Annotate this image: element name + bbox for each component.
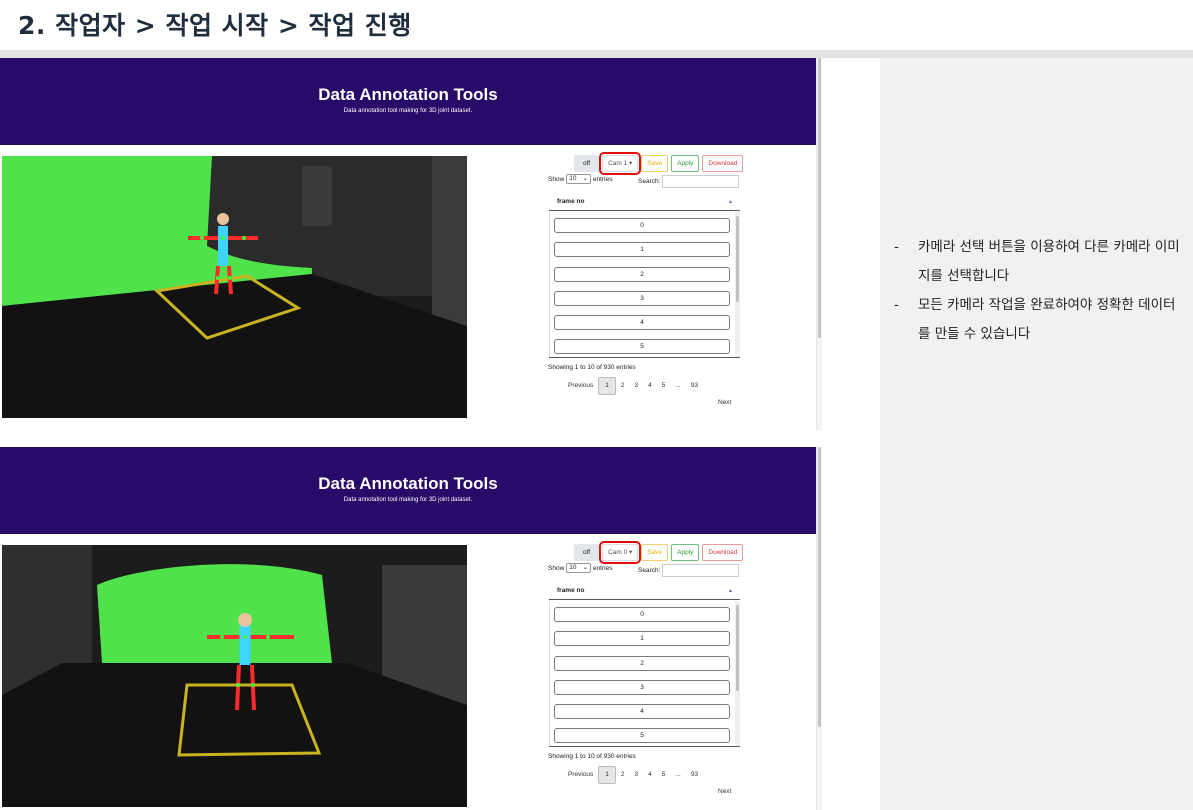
download-button[interactable]: Download <box>702 544 744 561</box>
pagination: Previous 1 2 3 4 5 ... 93 <box>563 377 703 395</box>
show-label: Show <box>548 564 565 572</box>
chevron-down-icon: ⌄ <box>582 564 588 571</box>
table-info: Showing 1 to 10 of 930 entries <box>548 364 636 371</box>
show-label: Show <box>548 175 565 183</box>
sort-asc-icon[interactable]: ▲ <box>728 193 733 211</box>
apply-button[interactable]: Apply <box>671 155 700 172</box>
save-button[interactable]: Save <box>641 544 669 561</box>
page-button[interactable]: 3 <box>630 767 644 783</box>
app-subtitle: Data annotation tool making for 3D joint… <box>343 497 473 503</box>
toolbar: off Cam 1 ▾ Save Apply Download <box>574 152 744 175</box>
note-item: 카메라 선택 버튼을 이용하여 다른 카메라 이미지를 선택합니다 <box>892 233 1182 291</box>
search-input[interactable] <box>662 175 740 188</box>
studio-photo-cam0 <box>2 545 467 807</box>
page-button[interactable]: 2 <box>616 378 630 394</box>
search-label: Search: <box>638 567 661 574</box>
page-length-select[interactable]: 10 ⌄ <box>566 174 591 184</box>
frame-row-button[interactable]: 0 <box>554 218 730 233</box>
page-button[interactable]: 4 <box>643 378 657 394</box>
screen-scrollbar[interactable] <box>816 58 822 430</box>
frame-row-button[interactable]: 4 <box>554 315 730 330</box>
page-button[interactable]: 2 <box>616 767 630 783</box>
camera-select-button[interactable]: Cam 0 ▾ <box>599 541 642 564</box>
page-ellipsis: ... <box>675 771 681 778</box>
screen-scrollbar[interactable] <box>816 447 822 810</box>
frame-row-button[interactable]: 5 <box>554 339 730 354</box>
camera-image[interactable] <box>2 156 467 418</box>
frame-row-button[interactable]: 3 <box>554 291 730 306</box>
frame-table-body: 0 1 2 3 4 5 <box>549 601 740 746</box>
table-footer-rule <box>549 357 740 358</box>
page-button[interactable]: 5 <box>657 767 671 783</box>
search-label: Search: <box>638 178 661 185</box>
camera-image[interactable] <box>2 545 467 807</box>
page-length-control: Show 10 ⌄ entries <box>548 563 612 573</box>
app-title: Data Annotation Tools <box>318 474 498 493</box>
frame-row-button[interactable]: 2 <box>554 267 730 282</box>
app-title: Data Annotation Tools <box>318 85 498 104</box>
frame-row-button[interactable]: 0 <box>554 607 730 622</box>
frame-table-header[interactable]: frame no ▲ <box>549 193 740 211</box>
frame-row-button[interactable]: 2 <box>554 656 730 671</box>
previous-page-button[interactable]: Previous <box>563 378 598 394</box>
notes-list: 카메라 선택 버튼을 이용하여 다른 카메라 이미지를 선택합니다 모든 카메라… <box>892 233 1182 349</box>
frame-row-button[interactable]: 3 <box>554 680 730 695</box>
pagination: Previous 1 2 3 4 5 ... 93 <box>563 766 703 784</box>
column-header-frame-no: frame no <box>557 198 585 205</box>
frame-row-button[interactable]: 1 <box>554 242 730 257</box>
frame-table-body: 0 1 2 3 4 5 <box>549 212 740 357</box>
page-button[interactable]: 5 <box>657 378 671 394</box>
frame-row-button[interactable]: 1 <box>554 631 730 646</box>
notes-panel: 카메라 선택 버튼을 이용하여 다른 카메라 이미지를 선택합니다 모든 카메라… <box>880 58 1193 810</box>
toolbar: off Cam 0 ▾ Save Apply Download <box>574 541 744 564</box>
page-button[interactable]: 93 <box>686 767 703 783</box>
camera-select-button[interactable]: Cam 1 ▾ <box>599 152 642 175</box>
app-banner: Data Annotation Tools Data annotation to… <box>0 447 816 534</box>
search-control: Search: <box>638 564 740 577</box>
page-length-control: Show 10 ⌄ entries <box>548 174 612 184</box>
search-input[interactable] <box>662 564 740 577</box>
frame-row-button[interactable]: 4 <box>554 704 730 719</box>
tool-screenshot-cam1: Data Annotation Tools Data annotation to… <box>0 58 822 430</box>
table-footer-rule <box>549 746 740 747</box>
app-subtitle: Data annotation tool making for 3D joint… <box>343 108 473 114</box>
frame-row-button[interactable]: 5 <box>554 728 730 743</box>
next-page-button[interactable]: Next <box>718 788 731 795</box>
previous-page-button[interactable]: Previous <box>563 767 598 783</box>
page-title: 2. 작업자 > 작업 시작 > 작업 진행 <box>18 11 412 40</box>
page-ellipsis: ... <box>675 382 681 389</box>
page-length-select[interactable]: 10 ⌄ <box>566 563 591 573</box>
tool-screenshot-cam0: Data Annotation Tools Data annotation to… <box>0 447 822 810</box>
page-button[interactable]: 4 <box>643 767 657 783</box>
next-page-button[interactable]: Next <box>718 399 731 406</box>
note-item: 모든 카메라 작업을 완료하여야 정확한 데이터를 만들 수 있습니다 <box>892 291 1182 349</box>
download-button[interactable]: Download <box>702 155 744 172</box>
page-button[interactable]: 3 <box>630 378 644 394</box>
off-button[interactable]: off <box>574 544 600 561</box>
title-divider <box>0 50 1193 58</box>
page-length-value: 10 <box>569 564 577 571</box>
chevron-down-icon: ⌄ <box>582 175 588 182</box>
sort-asc-icon[interactable]: ▲ <box>728 582 733 600</box>
table-scrollbar[interactable] <box>735 212 740 357</box>
save-button[interactable]: Save <box>641 155 669 172</box>
studio-photo-cam1 <box>2 156 467 418</box>
off-button[interactable]: off <box>574 155 600 172</box>
search-control: Search: <box>638 175 740 188</box>
frame-table-header[interactable]: frame no ▲ <box>549 582 740 600</box>
page-button[interactable]: 93 <box>686 378 703 394</box>
table-scrollbar[interactable] <box>735 601 740 746</box>
app-banner: Data Annotation Tools Data annotation to… <box>0 58 816 145</box>
entries-label: entries <box>592 175 613 183</box>
entries-label: entries <box>592 564 613 572</box>
column-header-frame-no: frame no <box>557 587 585 594</box>
page-button[interactable]: 1 <box>598 377 616 395</box>
apply-button[interactable]: Apply <box>671 544 700 561</box>
page-length-value: 10 <box>569 175 577 182</box>
table-info: Showing 1 to 10 of 930 entries <box>548 753 636 760</box>
page-button[interactable]: 1 <box>598 766 616 784</box>
